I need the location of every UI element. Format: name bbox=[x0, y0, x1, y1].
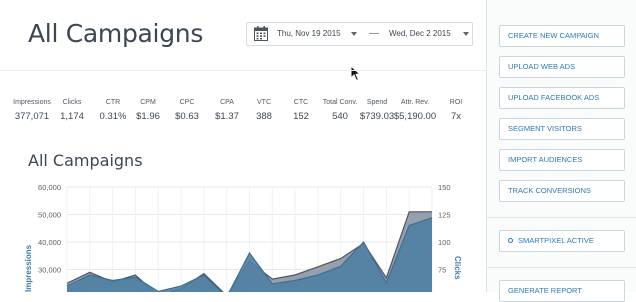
stat-item: ROI 7x bbox=[426, 99, 486, 122]
y-left-tick-label: 60,000 bbox=[38, 183, 61, 192]
y-right-tick-label: 75 bbox=[438, 266, 446, 275]
segment-visitors-button[interactable]: SEGMENT VISITORS bbox=[499, 118, 625, 140]
start-date-select[interactable]: Thu, Nov 19 2015 bbox=[277, 23, 355, 45]
y-right-tick-label: 150 bbox=[438, 183, 451, 192]
y-right-tick-label: 125 bbox=[438, 211, 451, 220]
stat-value: 7x bbox=[450, 111, 462, 122]
stat-label: ROI bbox=[449, 99, 463, 106]
status-dot-icon bbox=[508, 237, 513, 243]
smartpixel-label: SMARTPIXEL ACTIVE bbox=[518, 236, 594, 245]
sidebar-separator bbox=[487, 267, 636, 268]
date-separator: — bbox=[369, 28, 379, 39]
import-audiences-button[interactable]: IMPORT AUDIENCES bbox=[499, 149, 625, 171]
chart-title: All Campaigns bbox=[28, 151, 143, 170]
y-left-tick-label: 40,000 bbox=[38, 238, 61, 247]
main-panel: All Campaigns Thu, Nov 19 2015 — Wed, De… bbox=[0, 0, 486, 292]
campaign-chart: 60,000 50,000 40,000 30,000 150 125 100 75 Impre… bbox=[24, 183, 462, 292]
sidebar-separator bbox=[487, 217, 636, 218]
upload-facebook-ads-button[interactable]: UPLOAD FACEBOOK ADS bbox=[499, 87, 625, 109]
mouse-cursor-icon bbox=[350, 65, 362, 82]
header-divider bbox=[0, 70, 486, 71]
y-right-axis-label: Clicks bbox=[453, 256, 462, 280]
chevron-down-icon[interactable] bbox=[351, 32, 357, 36]
y-left-tick-label: 30,000 bbox=[38, 266, 61, 275]
end-date-select[interactable]: Wed, Dec 2 2015 bbox=[389, 23, 467, 45]
y-left-axis-label: Impressions bbox=[24, 244, 33, 292]
sidebar: CREATE NEW CAMPAIGN UPLOAD WEB ADS UPLOA… bbox=[487, 0, 636, 302]
track-conversions-button[interactable]: TRACK CONVERSIONS bbox=[499, 180, 625, 202]
smartpixel-status-button[interactable]: SMARTPIXEL ACTIVE bbox=[499, 230, 625, 252]
y-left-tick-label: 50,000 bbox=[38, 211, 61, 220]
chevron-down-icon[interactable] bbox=[463, 32, 469, 36]
page-title: All Campaigns bbox=[28, 19, 204, 48]
upload-web-ads-button[interactable]: UPLOAD WEB ADS bbox=[499, 56, 625, 78]
date-range-picker[interactable]: Thu, Nov 19 2015 — Wed, Dec 2 2015 bbox=[246, 22, 473, 46]
generate-report-button[interactable]: GENERATE REPORT bbox=[499, 280, 625, 302]
y-right-tick-label: 100 bbox=[438, 238, 451, 247]
calendar-icon[interactable] bbox=[254, 26, 268, 41]
stats-row: Impressions 377,071 Clicks 1,174 CTR 0.31% CPM… bbox=[10, 99, 480, 129]
create-campaign-button[interactable]: CREATE NEW CAMPAIGN bbox=[499, 25, 625, 47]
